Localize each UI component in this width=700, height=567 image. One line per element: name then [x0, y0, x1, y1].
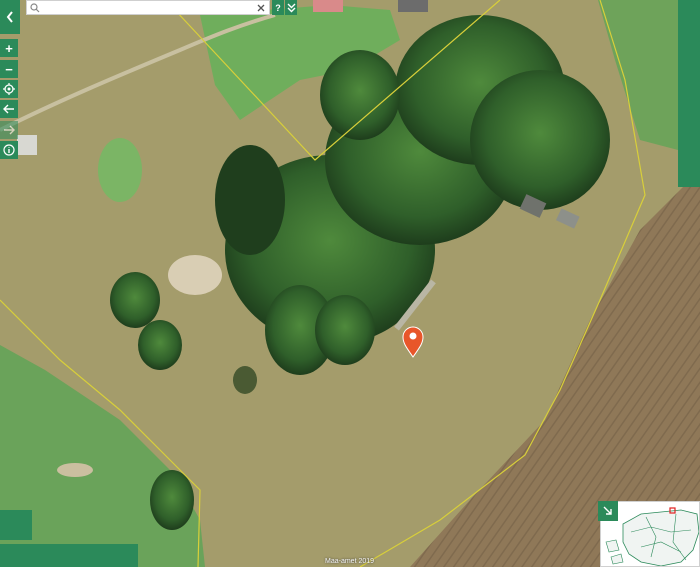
bare-patch-lower — [57, 463, 93, 477]
chevron-left-icon — [6, 11, 13, 23]
search-icon — [30, 2, 40, 12]
shed-top-right — [398, 0, 428, 12]
help-button[interactable]: ? — [272, 0, 284, 15]
bare-patch — [168, 255, 222, 295]
garden-patch — [98, 138, 142, 202]
close-icon[interactable] — [256, 3, 266, 13]
arrow-left-icon — [3, 104, 14, 114]
info-button[interactable] — [0, 141, 18, 159]
zoom-in-button[interactable]: + — [0, 39, 18, 57]
zoom-out-button[interactable]: − — [0, 60, 18, 78]
building-left — [17, 135, 37, 155]
roof-top — [313, 0, 343, 12]
aerial-map[interactable] — [0, 0, 700, 567]
arrow-right-icon — [4, 125, 15, 135]
arrow-down-right-icon — [603, 506, 612, 515]
double-chevron-down-icon — [287, 3, 295, 12]
right-side-panel[interactable] — [678, 0, 700, 187]
search-bar — [26, 0, 270, 15]
bottom-left-panel[interactable] — [0, 510, 32, 540]
history-back-button[interactable] — [0, 100, 18, 118]
back-button[interactable] — [0, 0, 20, 34]
bottom-bar[interactable] — [0, 544, 138, 567]
locate-button[interactable] — [0, 80, 18, 98]
expand-button[interactable] — [285, 0, 297, 15]
target-icon — [3, 83, 15, 95]
overview-toggle-button[interactable] — [598, 501, 618, 521]
info-icon — [3, 144, 15, 156]
search-input[interactable] — [40, 1, 256, 14]
map-attribution: Maa-amet 2019 — [325, 558, 375, 565]
history-forward-button[interactable] — [0, 121, 18, 139]
